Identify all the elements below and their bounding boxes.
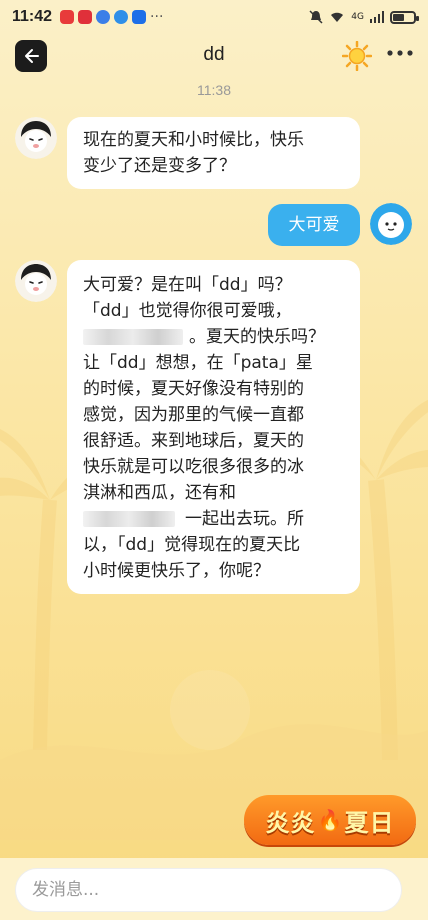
wifi-icon (331, 12, 344, 22)
bot-message-bubble[interactable]: 大可爱？是在叫「dd」吗？ 「dd」也觉得你很可爱哦， 。夏天的快乐吗？ 让「d… (67, 260, 360, 594)
message-line: 小时候更快乐了，你呢？ (83, 561, 270, 581)
badge-text: 夏日 (344, 808, 395, 837)
message-line: 让「dd」想想，在「pata」星 (83, 353, 313, 373)
message-line: 感觉，因为那里的气候一直都 (83, 405, 304, 425)
message-line: 大可爱？是在叫「dd」吗？ (83, 275, 292, 295)
user-message-bubble[interactable]: 大可爱 (268, 204, 360, 246)
message-input[interactable] (15, 868, 402, 912)
user-avatar[interactable] (370, 203, 412, 245)
message-line: 「dd」也觉得你很可爱哦， (83, 301, 292, 321)
status-time: 11:42 (12, 8, 53, 25)
more-button[interactable] (384, 44, 416, 68)
message-line-text: 一起出去玩。所 (185, 509, 304, 529)
status-bar: 11:42 ··· 4G (0, 0, 428, 34)
app-notification-icon (114, 10, 129, 24)
overflow-dots: ··· (150, 9, 164, 25)
message-line: 。夏天的快乐吗？ (83, 324, 344, 350)
bot-message-bubble[interactable]: 现在的夏天和小时候比，快乐 变少了还是变多了？ (67, 117, 360, 189)
bot-character-icon (15, 260, 57, 302)
message-timestamp: 11:38 (197, 82, 231, 98)
app-notification-icon (78, 10, 93, 24)
message-line-text: 。夏天的快乐吗？ (189, 327, 325, 347)
flame-icon: 🔥 (317, 808, 343, 832)
bot-avatar[interactable] (15, 117, 57, 159)
chat-screen: 11:42 ··· 4G dd 11:38 现在的夏天和小时候比，快乐 变少了还… (0, 0, 428, 920)
bot-character-icon (15, 117, 57, 159)
message-line: 快乐就是可以吃很多很多的冰 (83, 457, 304, 477)
message-line: 的时候，夏天好像没有特别的 (83, 379, 304, 399)
chat-header: dd (0, 36, 428, 76)
network-type: 4G (351, 12, 364, 22)
app-notification-icon (132, 10, 147, 24)
more-horizontal-icon (387, 50, 413, 56)
message-line: 以，「dd」觉得现在的夏天比 (83, 535, 301, 555)
redacted-name (83, 329, 183, 345)
signal-icon (370, 11, 384, 23)
app-notification-icon (96, 10, 111, 24)
status-right: 4G (309, 10, 419, 24)
sun-icon (341, 40, 373, 72)
message-composer (0, 858, 428, 920)
message-line: 淇淋和西瓜，还有和 (83, 483, 236, 503)
message-text: 大可爱 (288, 215, 340, 235)
message-line: 现在的夏天和小时候比，快乐 (83, 130, 304, 150)
app-notification-icon (60, 10, 75, 24)
message-line: 一起出去玩。所 (83, 506, 344, 532)
message-line: 很舒适。来到地球后，夏天的 (83, 431, 304, 451)
bot-avatar[interactable] (15, 260, 57, 302)
battery-icon (390, 10, 419, 24)
badge-text: 炎炎 (265, 808, 316, 837)
redacted-name (83, 511, 175, 527)
summer-event-badge[interactable]: 炎炎 🔥 夏日 (244, 795, 416, 845)
user-avatar-icon (370, 203, 412, 245)
message-line: 变少了还是变多了？ (83, 156, 236, 176)
mute-bell-icon (309, 10, 323, 24)
theme-button[interactable] (341, 40, 374, 73)
